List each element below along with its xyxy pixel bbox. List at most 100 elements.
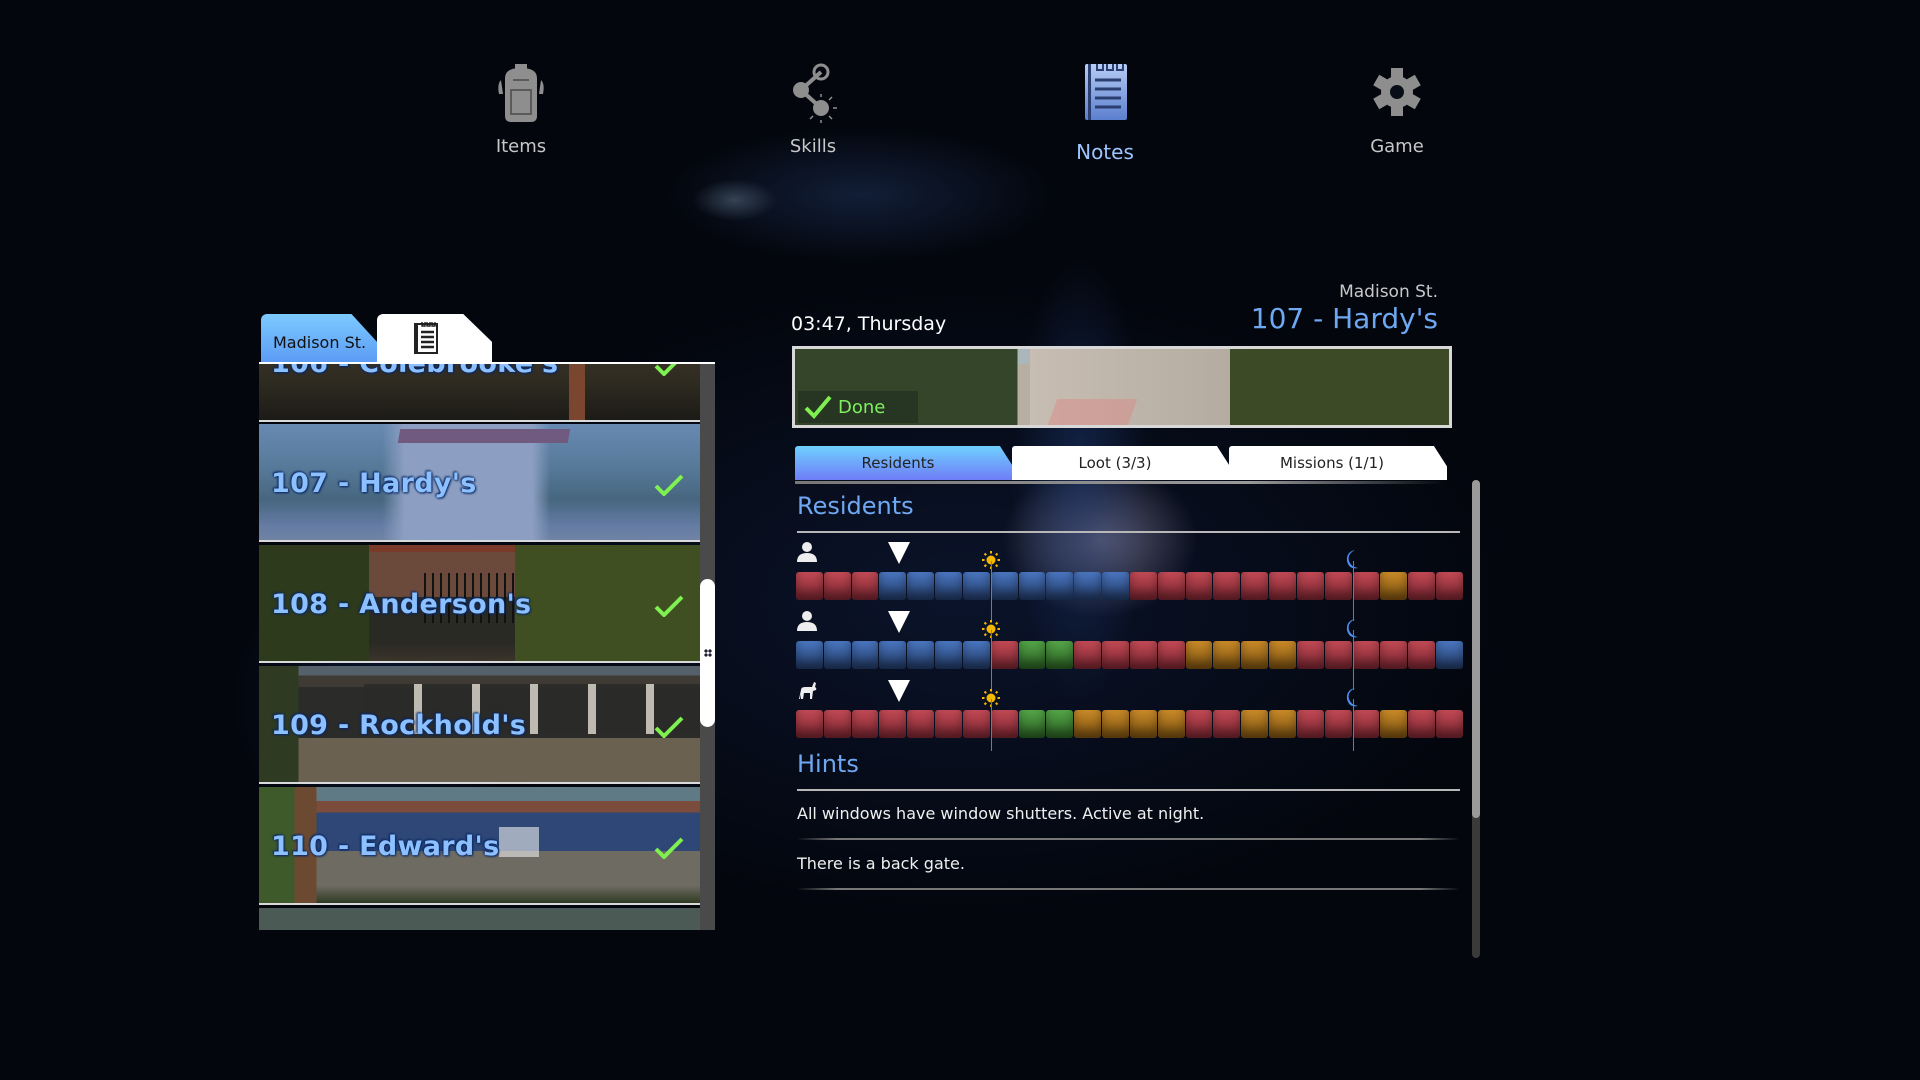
schedule-block-hour-19 xyxy=(1324,572,1352,600)
schedule-block-hour-22 xyxy=(1408,641,1436,669)
hint-divider xyxy=(797,888,1460,890)
top-navigation: Items Skills Notes Game xyxy=(0,60,1920,180)
house-name: 106 - Colebrooke's xyxy=(271,364,558,379)
district-tab-label: Madison St. xyxy=(273,333,367,352)
house-item-110[interactable]: 110 - Edward's xyxy=(259,787,700,905)
schedule-block-hour-16 xyxy=(1241,641,1269,669)
resident-row xyxy=(796,679,1464,751)
schedule-bar xyxy=(796,572,1464,600)
tab-missions[interactable]: Missions (1/1) xyxy=(1229,446,1447,480)
schedule-block-hour-9 xyxy=(1046,572,1074,600)
schedule-block-hour-11 xyxy=(1102,641,1129,669)
checkmark-icon xyxy=(654,474,684,496)
schedule-block-hour-22 xyxy=(1408,710,1436,738)
schedule-block-hour-5 xyxy=(935,572,962,600)
house-item-106[interactable]: 106 - Colebrooke's xyxy=(259,364,700,422)
current-time-marker-icon xyxy=(888,542,911,564)
schedule-block-hour-13 xyxy=(1157,641,1185,669)
nav-notes[interactable]: Notes xyxy=(1025,60,1185,164)
district-tab[interactable]: Madison St. xyxy=(261,314,377,362)
tab-residents-label: Residents xyxy=(861,454,935,472)
schedule-block-hour-6 xyxy=(962,572,990,600)
nav-game-label: Game xyxy=(1370,136,1424,157)
schedule-block-hour-20 xyxy=(1352,710,1380,738)
schedule-block-hour-20 xyxy=(1352,641,1380,669)
residents-heading: Residents xyxy=(797,492,914,520)
house-name: 107 - Hardy's xyxy=(271,468,477,499)
house-name: 110 - Edward's xyxy=(271,831,500,862)
schedule-bar xyxy=(796,641,1464,669)
hints-heading: Hints xyxy=(797,750,859,778)
person-icon xyxy=(797,611,817,631)
nav-notes-label: Notes xyxy=(1076,140,1134,164)
schedule-block-hour-9 xyxy=(1046,641,1074,669)
schedule-block-hour-8 xyxy=(1018,710,1046,738)
schedule-block-hour-20 xyxy=(1352,572,1380,600)
schedule-block-hour-11 xyxy=(1102,710,1129,738)
schedule-block-hour-13 xyxy=(1157,710,1185,738)
day-boundary-line xyxy=(1352,699,1354,751)
house-item-108[interactable]: 108 - Anderson's xyxy=(259,545,700,663)
schedule-block-hour-5 xyxy=(935,710,962,738)
gear-icon xyxy=(1373,68,1421,116)
schedule-block-hour-3 xyxy=(879,572,907,600)
hint-item: There is a back gate. xyxy=(797,854,965,873)
tab-residents[interactable]: Residents xyxy=(795,446,1013,480)
nav-game[interactable]: Game xyxy=(1317,60,1477,157)
schedule-block-hour-10 xyxy=(1074,710,1102,738)
house-item-109[interactable]: 109 - Rockhold's xyxy=(259,666,700,784)
checkmark-icon xyxy=(654,716,684,738)
dog-icon xyxy=(799,682,817,699)
checkmark-icon xyxy=(654,364,677,376)
house-item-107[interactable]: 107 - Hardy's xyxy=(259,424,700,542)
schedule-block-hour-4 xyxy=(907,572,935,600)
status-text: Done xyxy=(838,396,886,418)
detail-tabs: Residents Loot (3/3) Missions (1/1) xyxy=(795,446,1450,482)
checkmark-icon xyxy=(654,595,684,617)
schedule-block-hour-22 xyxy=(1408,572,1436,600)
tab-loot[interactable]: Loot (3/3) xyxy=(1012,446,1230,480)
schedule-block-hour-7 xyxy=(990,641,1018,669)
schedule-block-hour-8 xyxy=(1018,572,1046,600)
schedule-block-hour-1 xyxy=(823,572,851,600)
schedule-block-hour-13 xyxy=(1157,572,1185,600)
notes-tab[interactable] xyxy=(377,314,492,362)
schedule-block-hour-8 xyxy=(1018,641,1046,669)
person-icon xyxy=(797,542,817,562)
house-banner-image: Done xyxy=(792,346,1452,428)
tab-missions-label: Missions (1/1) xyxy=(1279,454,1385,472)
tab-loot-label: Loot (3/3) xyxy=(1078,454,1152,472)
street-name: Madison St. xyxy=(1339,282,1438,302)
schedule-block-hour-4 xyxy=(907,641,935,669)
resident-row xyxy=(796,610,1464,690)
schedule-block-hour-19 xyxy=(1324,710,1352,738)
house-list-viewport: 106 - Colebrooke's 107 - Hardy's 108 - A… xyxy=(259,364,700,930)
current-time-marker-icon xyxy=(888,611,911,633)
current-time-marker-icon xyxy=(888,680,911,702)
schedule-block-hour-15 xyxy=(1213,572,1241,600)
schedule-block-hour-16 xyxy=(1241,572,1269,600)
nav-skills-label: Skills xyxy=(789,136,837,157)
backpack-icon xyxy=(498,64,544,122)
schedule-block-hour-2 xyxy=(851,572,879,600)
schedule-block-hour-12 xyxy=(1129,710,1157,738)
list-scrollbar-thumb[interactable] xyxy=(700,579,715,727)
schedule-block-hour-21 xyxy=(1380,641,1408,669)
schedule-block-hour-23 xyxy=(1436,641,1463,669)
nav-items[interactable]: Items xyxy=(441,60,601,157)
schedule-block-hour-9 xyxy=(1046,710,1074,738)
schedule-block-hour-18 xyxy=(1296,641,1324,669)
schedule-block-hour-12 xyxy=(1129,641,1157,669)
notepad-icon xyxy=(413,322,438,354)
schedule-block-hour-11 xyxy=(1102,572,1129,600)
detail-scrollbar-thumb[interactable] xyxy=(1472,480,1480,818)
schedule-block-hour-14 xyxy=(1185,641,1213,669)
house-item-next[interactable] xyxy=(259,908,700,930)
schedule-block-hour-19 xyxy=(1324,641,1352,669)
schedule-block-hour-4 xyxy=(907,710,935,738)
schedule-block-hour-0 xyxy=(796,710,823,738)
schedule-block-hour-1 xyxy=(823,641,851,669)
schedule-block-hour-0 xyxy=(796,641,823,669)
nav-skills[interactable]: Skills xyxy=(733,60,893,157)
schedule-block-hour-17 xyxy=(1269,572,1296,600)
